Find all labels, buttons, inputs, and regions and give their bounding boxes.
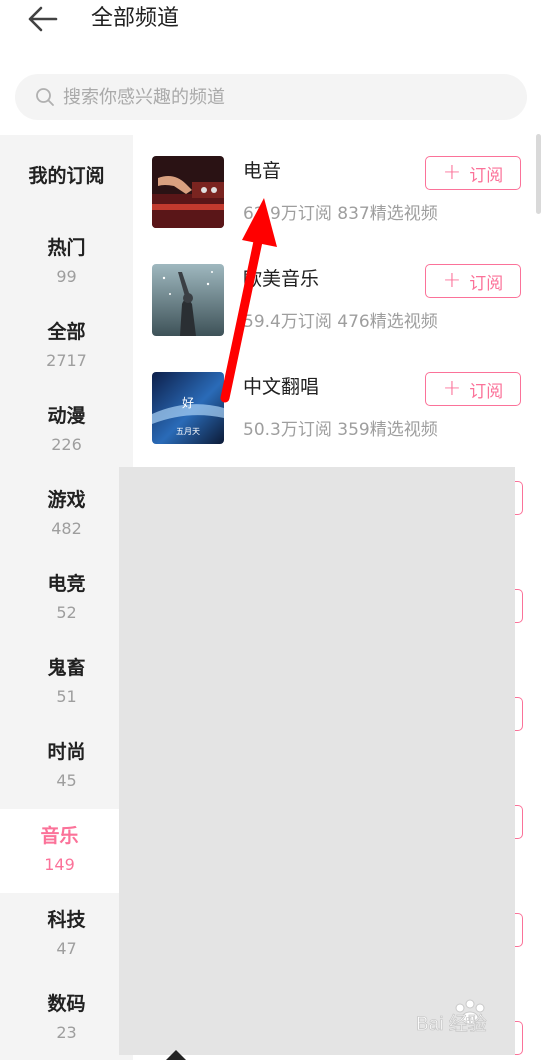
sidebar-item-hot[interactable]: 热门 99 (0, 235, 133, 288)
watermark-text: Bai 经验 (416, 1013, 487, 1035)
watermark: du Bai 经验 (414, 996, 534, 1052)
thumbnail-caption: 五月天 (176, 427, 200, 436)
sidebar-item-count: 2717 (46, 351, 87, 370)
sidebar-item-label: 热门 (47, 237, 86, 259)
sidebar-item-count: 149 (44, 855, 75, 874)
channel-row[interactable]: 好 五月天 中文翻唱 50.3万订阅 359精选视频 + 订阅 (133, 351, 542, 459)
sidebar-item-label: 鬼畜 (47, 657, 86, 679)
sidebar-item-label: 电竞 (47, 573, 86, 595)
sidebar-item-label: 时尚 (47, 741, 86, 763)
sidebar-item-count: 51 (56, 687, 77, 706)
header: 全部频道 (0, 0, 542, 64)
channel-thumbnail: 好 五月天 (152, 372, 224, 444)
sidebar-item-count: 99 (56, 267, 77, 286)
subscriber-count: 62.9万订阅 (243, 204, 332, 224)
sidebar-item-music[interactable]: 音乐 149 (0, 809, 119, 893)
arrow-left-icon (28, 6, 58, 32)
thumbnail-caption: 好 (182, 396, 194, 410)
plus-icon: + (442, 268, 462, 293)
subscriber-count: 59.4万订阅 (243, 312, 332, 332)
scrollbar[interactable] (536, 134, 541, 214)
sidebar-item-count: 52 (56, 603, 77, 622)
search-bar[interactable] (15, 74, 527, 120)
sidebar-item-label: 游戏 (47, 489, 86, 511)
sidebar-item-anime[interactable]: 动漫 226 (0, 403, 133, 456)
channel-stats: 50.3万订阅 359精选视频 (243, 417, 438, 443)
channel-row[interactable]: 电音 62.9万订阅 837精选视频 + 订阅 (133, 135, 542, 243)
channel-stats: 62.9万订阅 837精选视频 (243, 201, 438, 227)
sidebar-item-count: 482 (51, 519, 82, 538)
channel-name: 电音 (243, 160, 282, 182)
sidebar-item-label: 音乐 (40, 825, 79, 847)
search-icon (36, 88, 54, 106)
sidebar-item-digital[interactable]: 数码 23 (0, 991, 133, 1044)
category-sidebar: 我的订阅 热门 99 全部 2717 动漫 226 游戏 482 电竞 52 鬼… (0, 135, 133, 1060)
placeholder-panel (119, 467, 515, 1055)
subscribe-label: 订阅 (469, 273, 504, 294)
subscribe-button[interactable]: + 订阅 (425, 264, 521, 298)
subscribe-button[interactable]: + 订阅 (425, 156, 521, 190)
sidebar-item-games[interactable]: 游戏 482 (0, 487, 133, 540)
sidebar-item-label: 数码 (47, 993, 86, 1015)
sidebar-item-kichiku[interactable]: 鬼畜 51 (0, 655, 133, 708)
sidebar-item-all[interactable]: 全部 2717 (0, 319, 133, 372)
video-count: 476精选视频 (337, 312, 438, 332)
sidebar-item-my-subscriptions[interactable]: 我的订阅 (0, 163, 133, 189)
sidebar-item-label: 科技 (47, 909, 86, 931)
sidebar-item-count: 45 (56, 771, 77, 790)
video-count: 837精选视频 (337, 204, 438, 224)
sidebar-item-count: 47 (56, 939, 77, 958)
channel-thumbnail (166, 1050, 186, 1060)
sidebar-item-label: 动漫 (47, 405, 86, 427)
channel-thumbnail (152, 156, 224, 228)
channel-thumbnail (152, 264, 224, 336)
sidebar-item-fashion[interactable]: 时尚 45 (0, 739, 133, 792)
channel-stats: 59.4万订阅 476精选视频 (243, 309, 438, 335)
page-title: 全部频道 (91, 6, 180, 31)
subscribe-button[interactable]: + 订阅 (425, 372, 521, 406)
subscriber-count: 50.3万订阅 (243, 420, 332, 440)
search-input[interactable] (63, 82, 503, 112)
channel-name: 欧美音乐 (243, 268, 320, 290)
plus-icon: + (442, 376, 462, 401)
sidebar-item-count: 23 (56, 1023, 77, 1042)
sidebar-item-label: 我的订阅 (28, 165, 105, 187)
subscribe-label: 订阅 (469, 165, 504, 186)
sidebar-item-count: 226 (51, 435, 82, 454)
plus-icon: + (442, 160, 462, 185)
channel-name: 中文翻唱 (243, 376, 320, 398)
channel-row[interactable]: 欧美音乐 59.4万订阅 476精选视频 + 订阅 (133, 243, 542, 351)
sidebar-item-esports[interactable]: 电竞 52 (0, 571, 133, 624)
subscribe-label: 订阅 (469, 381, 504, 402)
sidebar-item-tech[interactable]: 科技 47 (0, 907, 133, 960)
video-count: 359精选视频 (337, 420, 438, 440)
sidebar-item-label: 全部 (47, 321, 86, 343)
back-button[interactable] (26, 4, 60, 34)
